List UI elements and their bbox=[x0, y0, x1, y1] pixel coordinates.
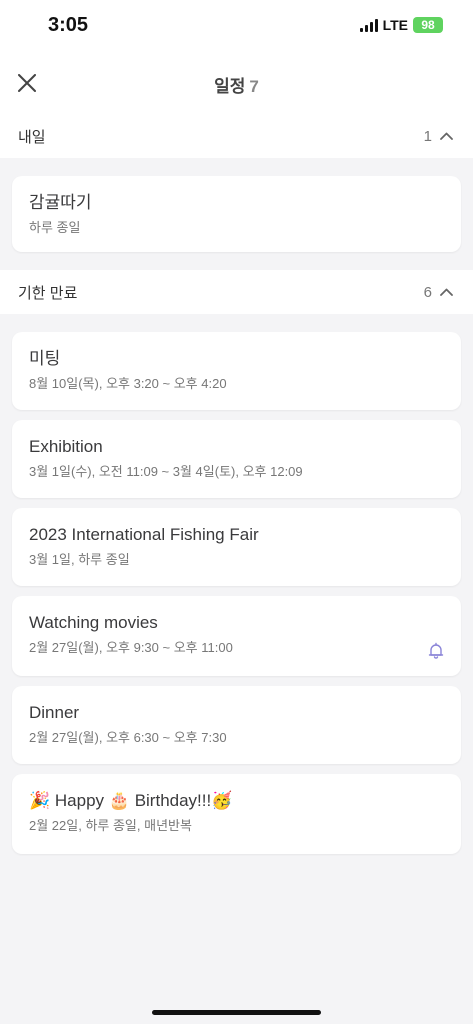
schedule-card[interactable]: 미팅 8월 10일(목), 오후 3:20 ~ 오후 4:20 bbox=[12, 332, 461, 410]
section-body-tomorrow: 감귤따기 하루 종일 bbox=[0, 158, 473, 270]
cake-emoji: 🎂 bbox=[108, 791, 130, 810]
card-subtitle: 2월 27일(월), 오후 9:30 ~ 오후 11:00 bbox=[29, 640, 233, 655]
battery-icon: 98 bbox=[413, 17, 443, 33]
status-bar: 3:05 LTE 98 bbox=[0, 0, 473, 52]
section-header-tomorrow[interactable]: 내일 1 bbox=[0, 114, 473, 158]
card-title: 감귤따기 bbox=[29, 193, 92, 212]
chevron-up-icon bbox=[440, 288, 453, 296]
signal-icon bbox=[359, 18, 378, 32]
card-subtitle: 2월 27일(월), 오후 6:30 ~ 오후 7:30 bbox=[29, 730, 227, 745]
section-header-overdue[interactable]: 기한 만료 6 bbox=[0, 270, 473, 314]
section-body-overdue: 미팅 8월 10일(목), 오후 3:20 ~ 오후 4:20 Exhibiti… bbox=[0, 314, 473, 872]
section-count: 6 bbox=[423, 283, 432, 301]
card-title: Dinner bbox=[29, 703, 80, 722]
schedule-card[interactable]: Dinner 2월 27일(월), 오후 6:30 ~ 오후 7:30 bbox=[12, 686, 461, 764]
partying-face-emoji: 🥳 bbox=[211, 791, 233, 810]
schedule-card[interactable]: 2023 International Fishing Fair 3월 1일, 하… bbox=[12, 508, 461, 586]
home-indicator bbox=[152, 1010, 321, 1015]
card-title-word: Birthday!!! bbox=[134, 791, 212, 810]
page-title-text: 일정 bbox=[214, 77, 246, 96]
section-label: 내일 bbox=[18, 128, 46, 146]
card-subtitle: 8월 10일(목), 오후 3:20 ~ 오후 4:20 bbox=[29, 376, 227, 391]
card-title: 미팅 bbox=[29, 349, 61, 368]
card-title: Watching movies bbox=[29, 613, 158, 632]
party-popper-emoji: 🎉 bbox=[29, 791, 51, 810]
card-title: 🎉 Happy 🎂 Birthday!!!🥳 bbox=[29, 790, 444, 812]
schedule-card[interactable]: Exhibition 3월 1일(수), 오전 11:09 ~ 3월 4일(토)… bbox=[12, 420, 461, 498]
section-count: 1 bbox=[423, 127, 432, 145]
status-indicators: LTE 98 bbox=[359, 17, 443, 33]
nav-bar: 일정 7 bbox=[0, 52, 473, 114]
page-title-count: 7 bbox=[249, 77, 259, 96]
card-subtitle: 3월 1일(수), 오전 11:09 ~ 3월 4일(토), 오후 12:09 bbox=[29, 464, 303, 479]
network-label: LTE bbox=[382, 17, 408, 33]
bell-icon[interactable] bbox=[427, 642, 445, 660]
card-subtitle: 2월 22일, 하루 종일, 매년반복 bbox=[29, 818, 192, 833]
card-subtitle: 하루 종일 bbox=[29, 220, 81, 235]
chevron-up-icon bbox=[440, 132, 453, 140]
section-count-group: 1 bbox=[424, 128, 453, 145]
card-subtitle: 3월 1일, 하루 종일 bbox=[29, 552, 130, 567]
status-time: 3:05 bbox=[48, 14, 89, 36]
card-title: 2023 International Fishing Fair bbox=[29, 525, 259, 544]
schedule-card[interactable]: 감귤따기 하루 종일 bbox=[12, 176, 461, 252]
card-title-word: Happy bbox=[54, 791, 105, 810]
section-label: 기한 만료 bbox=[18, 284, 78, 302]
section-count-group: 6 bbox=[424, 284, 453, 301]
card-title: Exhibition bbox=[29, 437, 103, 456]
schedule-card[interactable]: Watching movies 2월 27일(월), 오후 9:30 ~ 오후 … bbox=[12, 596, 461, 676]
page-title: 일정 7 bbox=[0, 72, 473, 97]
schedule-card[interactable]: 🎉 Happy 🎂 Birthday!!!🥳 2월 22일, 하루 종일, 매년… bbox=[12, 774, 461, 854]
